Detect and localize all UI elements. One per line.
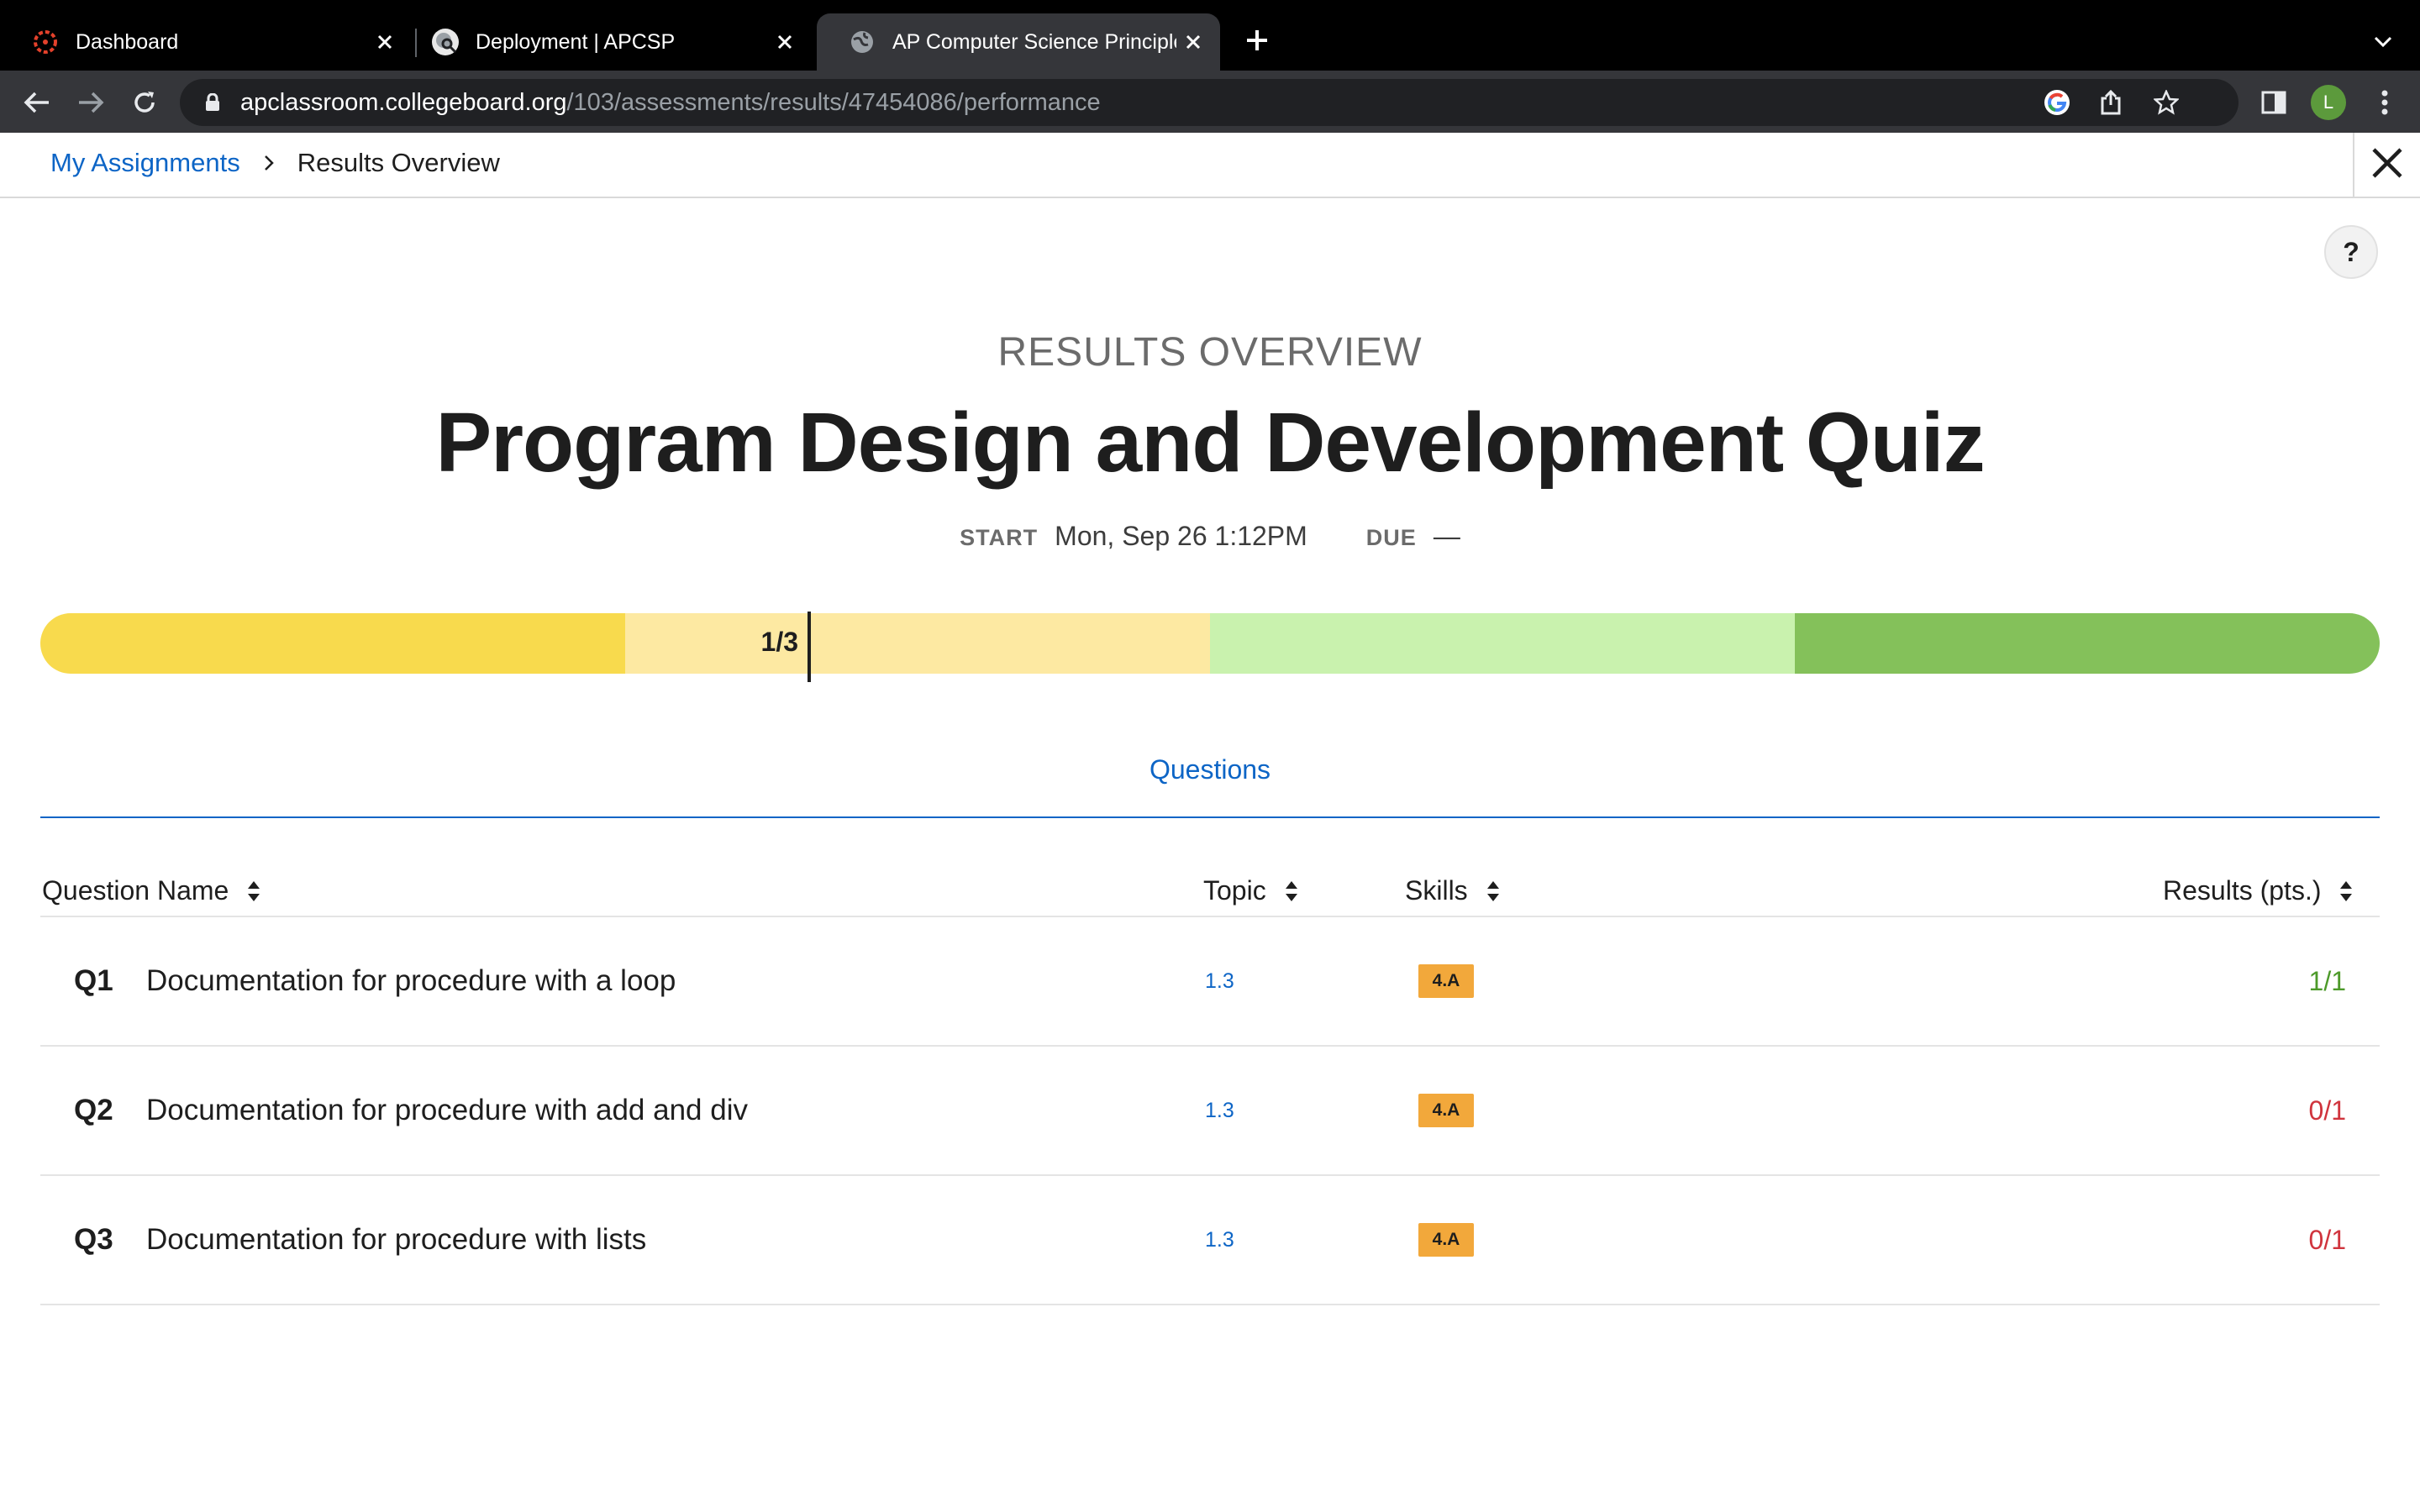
breadcrumb-my-assignments-link[interactable]: My Assignments [50, 148, 240, 178]
column-label: Topic [1203, 875, 1266, 906]
sort-icon [2338, 879, 2354, 904]
performance-segment [40, 613, 625, 674]
skill-badge: 4.A [1418, 1094, 1474, 1127]
column-label: Results (pts.) [2163, 875, 2322, 906]
topic-link[interactable]: 1.3 [1205, 1176, 1234, 1304]
breadcrumb-current: Results Overview [297, 148, 500, 177]
performance-segment [1210, 613, 1795, 674]
tab-label: Dashboard [76, 29, 179, 54]
url-text: apclassroom.collegeboard.org/103/assessm… [240, 89, 1101, 117]
close-icon [2370, 146, 2404, 184]
start-value: Mon, Sep 26 1:12PM [1055, 521, 1307, 551]
page-eyebrow: RESULTS OVERVIEW [997, 330, 1423, 375]
bookmark-star-icon[interactable] [2151, 87, 2181, 118]
app-header: My Assignments Results Overview [0, 133, 2420, 198]
column-header-skills[interactable]: Skills [1405, 875, 1502, 906]
tab-underline [40, 816, 2380, 818]
back-arrow-icon[interactable] [18, 84, 55, 121]
google-icon[interactable] [2042, 87, 2072, 118]
tab-dashboard[interactable]: Dashboard [0, 13, 412, 71]
assignment-dates: START Mon, Sep 26 1:12PM DUE — [0, 521, 2420, 552]
profile-avatar[interactable]: L [2311, 85, 2346, 120]
question-number: Q3 [74, 1223, 113, 1256]
column-header-topic[interactable]: Topic [1203, 875, 1300, 906]
forward-arrow-icon[interactable] [72, 84, 109, 121]
skill-badge: 4.A [1418, 1223, 1474, 1257]
table-row[interactable]: Q2 Documentation for procedure with add … [40, 1047, 2380, 1176]
url-host: apclassroom.collegeboard.org [240, 88, 567, 116]
performance-bar [40, 613, 2380, 674]
tab-search-chevron-icon[interactable] [2366, 25, 2400, 59]
result-score: 0/1 [2308, 1224, 2346, 1255]
column-label: Skills [1405, 875, 1468, 906]
skill-badge: 4.A [1418, 964, 1474, 998]
close-icon[interactable] [368, 25, 402, 59]
question-name-link[interactable]: Documentation for procedure with a loop [146, 917, 676, 1045]
close-button[interactable] [2353, 133, 2420, 197]
due-value: — [1433, 521, 1460, 551]
tab-label: AP Computer Science Principle [892, 29, 1176, 54]
close-icon[interactable] [768, 25, 802, 59]
chevron-right-icon [259, 153, 279, 173]
sort-icon [1485, 879, 1502, 904]
breadcrumb: My Assignments Results Overview [50, 148, 500, 178]
table-row[interactable]: Q1 Documentation for procedure with a lo… [40, 917, 2380, 1047]
browser-toolbar: apclassroom.collegeboard.org/103/assessm… [0, 71, 2420, 133]
close-icon[interactable] [1176, 25, 1210, 59]
tab-deployment[interactable]: Deployment | APCSP [400, 13, 812, 71]
question-number: Q2 [74, 1094, 113, 1126]
column-header-results[interactable]: Results (pts.) [2163, 875, 2354, 906]
address-bar[interactable]: apclassroom.collegeboard.org/103/assessm… [180, 79, 2238, 126]
tab-questions[interactable]: Questions [0, 754, 2420, 785]
url-path: /103/assessments/results/47454086/perfor… [566, 88, 1101, 116]
new-tab-icon[interactable] [1240, 24, 1274, 57]
sort-icon [1283, 879, 1300, 904]
reload-icon[interactable] [126, 84, 163, 121]
performance-segment [1795, 613, 2380, 674]
question-name-link[interactable]: Documentation for procedure with add and… [146, 1047, 748, 1174]
due-label: DUE [1365, 525, 1417, 550]
canvas-logo-icon [32, 29, 59, 55]
topic-link[interactable]: 1.3 [1205, 917, 1234, 1045]
side-panel-icon[interactable] [2257, 86, 2291, 119]
question-name-link[interactable]: Documentation for procedure with lists [146, 1176, 646, 1304]
column-header-question-name[interactable]: Question Name [42, 875, 262, 906]
tab-ap-classroom[interactable]: AP Computer Science Principle [817, 13, 1220, 71]
tab-label: Deployment | APCSP [476, 29, 676, 54]
column-label: Question Name [42, 875, 229, 906]
score-label: 1/3 [760, 627, 798, 657]
help-button[interactable]: ? [2324, 225, 2378, 279]
table-row[interactable]: Q3 Documentation for procedure with list… [40, 1176, 2380, 1305]
globe-search-icon [432, 29, 459, 55]
page-title: Program Design and Development Quiz [435, 396, 1985, 490]
lock-icon [203, 92, 222, 113]
globe-icon [849, 29, 876, 55]
result-score: 0/1 [2308, 1095, 2346, 1126]
result-score: 1/1 [2308, 965, 2346, 996]
topic-link[interactable]: 1.3 [1205, 1047, 1234, 1174]
start-label: START [960, 525, 1039, 550]
score-marker [808, 612, 811, 682]
question-number: Q1 [74, 964, 113, 997]
more-options-icon[interactable] [2368, 86, 2402, 119]
share-icon[interactable] [2096, 87, 2126, 118]
browser-tab-bar: Dashboard Deployment | APCSP AP Computer… [0, 0, 2420, 71]
sort-icon [245, 879, 262, 904]
